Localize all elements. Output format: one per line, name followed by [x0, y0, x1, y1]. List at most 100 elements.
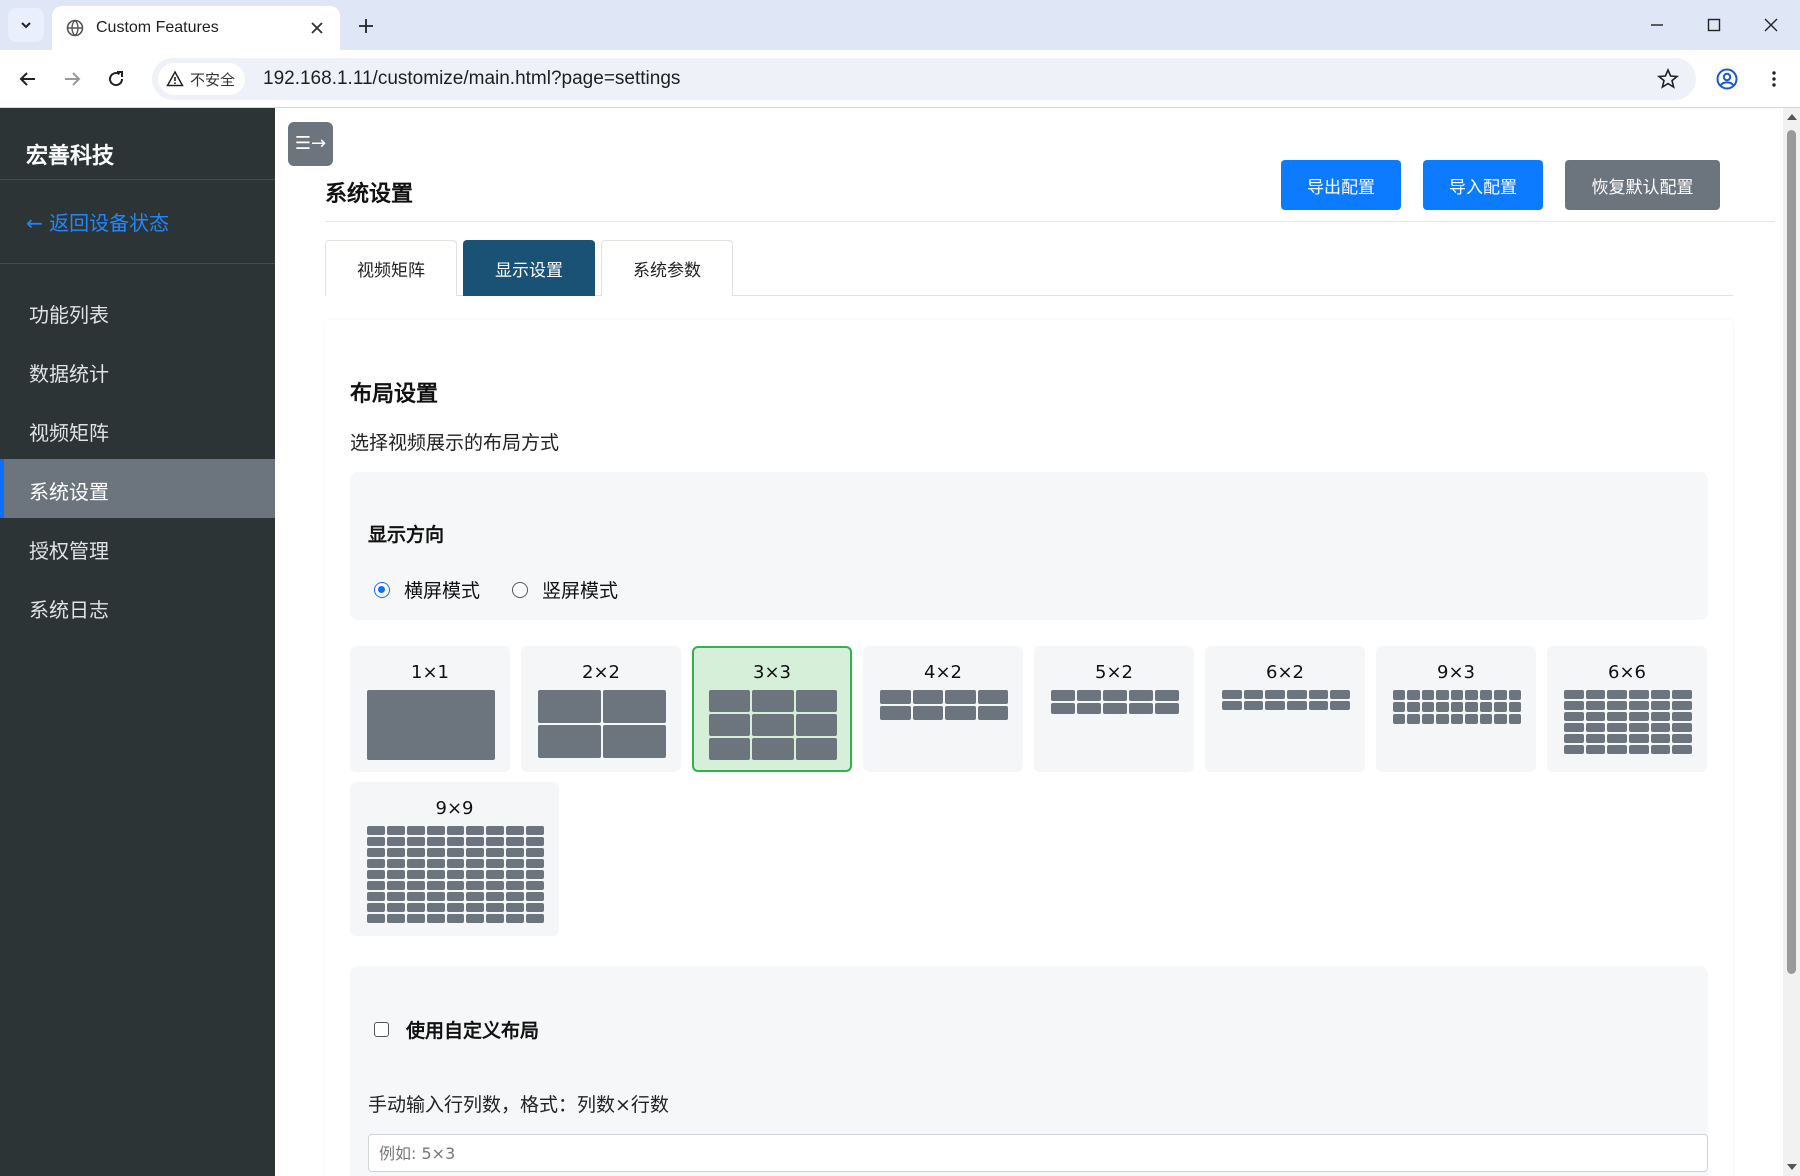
security-chip[interactable]: 不安全 — [158, 63, 246, 95]
layout-preview-cell — [1494, 702, 1507, 712]
import-config-button[interactable]: 导入配置 — [1423, 160, 1543, 210]
layout-preview-cell — [1450, 690, 1464, 700]
new-tab-button[interactable] — [352, 12, 380, 40]
sidebar-item-logs[interactable]: 系统日志 — [0, 577, 275, 636]
layout-preview-cell — [1407, 702, 1420, 712]
reload-button[interactable] — [100, 63, 132, 95]
orientation-options: 横屏模式 竖屏模式 — [374, 576, 618, 603]
layout-preview-grid — [538, 690, 666, 758]
scroll-down-arrow[interactable] — [1787, 1164, 1797, 1170]
layout-preview-cell — [709, 738, 751, 760]
layout-preview-cell — [1243, 690, 1264, 699]
layout-preview-cell — [526, 870, 544, 879]
address-bar[interactable]: 不安全 192.168.1.11/customize/main.html?pag… — [152, 58, 1696, 100]
sidebar-item-system-settings[interactable]: 系统设置 — [0, 459, 275, 518]
page-scrollbar[interactable] — [1783, 108, 1800, 1176]
layout-option-6x6[interactable]: 6×6 — [1547, 646, 1707, 772]
custom-layout-input[interactable] — [368, 1134, 1708, 1172]
layout-preview-cell — [367, 881, 385, 890]
layout-preview-cell — [486, 870, 505, 879]
layout-preview-cell — [406, 870, 425, 879]
layout-preview-cell — [466, 826, 485, 835]
layout-preview-cell — [367, 826, 385, 835]
layout-preview-grid — [880, 690, 1008, 720]
scroll-thumb[interactable] — [1787, 130, 1796, 974]
layout-option-5x2[interactable]: 5×2 — [1034, 646, 1194, 772]
layout-preview-cell — [367, 837, 385, 846]
layout-preview-cell — [367, 892, 385, 901]
layout-preview-cell — [603, 690, 666, 723]
layout-option-2x2[interactable]: 2×2 — [521, 646, 681, 772]
forward-button[interactable] — [56, 63, 88, 95]
layout-preview-cell — [486, 892, 505, 901]
sidebar: 宏善科技 ← 返回设备状态 功能列表 数据统计 视频矩阵 系统设置 授权管理 系… — [0, 108, 275, 1176]
layout-preview-cell — [486, 837, 505, 846]
browser-tab[interactable]: Custom Features — [52, 6, 340, 50]
layout-preview-cell — [426, 848, 445, 857]
close-window-button[interactable] — [1756, 10, 1786, 40]
scroll-up-arrow[interactable] — [1787, 114, 1797, 120]
layout-preview-cell — [446, 892, 465, 901]
custom-layout-checkbox[interactable] — [374, 1022, 389, 1037]
tab-title: Custom Features — [96, 19, 219, 36]
layout-preview-cell — [1330, 690, 1350, 699]
tab-display-settings[interactable]: 显示设置 — [463, 240, 595, 296]
layout-option-6x2[interactable]: 6×2 — [1205, 646, 1365, 772]
layout-option-9x3[interactable]: 9×3 — [1376, 646, 1536, 772]
back-to-device-status-link[interactable]: ← 返回设备状态 — [0, 180, 275, 264]
layout-preview-cell — [1077, 703, 1101, 714]
minimize-button[interactable] — [1642, 10, 1672, 40]
layout-preview-cell — [506, 903, 524, 912]
tab-search-button[interactable] — [8, 8, 44, 42]
back-button[interactable] — [12, 63, 44, 95]
layout-preview-cell — [1585, 712, 1606, 721]
layout-preview-cell — [446, 826, 465, 835]
layout-preview-cell — [1051, 703, 1075, 714]
sidebar-item-video-matrix[interactable]: 视频矩阵 — [0, 400, 275, 459]
profile-button[interactable] — [1711, 63, 1743, 95]
portrait-label[interactable]: 竖屏模式 — [542, 576, 618, 603]
layout-preview-cell — [1129, 690, 1153, 701]
portrait-radio[interactable] — [512, 581, 529, 598]
star-icon[interactable] — [1656, 67, 1680, 91]
export-config-button[interactable]: 导出配置 — [1281, 160, 1401, 210]
layout-preview-cell — [1308, 701, 1329, 710]
layout-preview-cell — [752, 714, 794, 736]
layout-preview-cell — [795, 738, 837, 760]
settings-card: 系统设置 导出配置 导入配置 恢复默认配置 视频矩阵 显示设置 系统参数 布局设… — [325, 134, 1775, 1176]
maximize-button[interactable] — [1699, 10, 1729, 40]
layout-option-label: 6×2 — [1266, 662, 1304, 683]
layout-preview-cell — [506, 892, 524, 901]
tab-system-params[interactable]: 系统参数 — [601, 240, 733, 296]
layout-preview-cell — [526, 848, 544, 857]
layout-option-1x1[interactable]: 1×1 — [350, 646, 510, 772]
layout-preview-cell — [426, 837, 445, 846]
layout-preview-cell — [1607, 723, 1627, 732]
menu-button[interactable] — [1758, 63, 1790, 95]
sidebar-item-license[interactable]: 授权管理 — [0, 518, 275, 577]
landscape-radio[interactable] — [374, 581, 390, 598]
layout-preview-cell — [1051, 690, 1075, 701]
layout-option-3x3[interactable]: 3×3 — [692, 646, 852, 772]
layout-preview-cell — [1479, 702, 1493, 712]
layout-option-9x9[interactable]: 9×9 — [350, 782, 559, 936]
page-header: 系统设置 导出配置 导入配置 恢复默认配置 — [325, 134, 1775, 222]
layout-option-4x2[interactable]: 4×2 — [863, 646, 1023, 772]
main-content: ☰→ 系统设置 导出配置 导入配置 恢复默认配置 视频矩阵 显示设置 系统参数 … — [275, 108, 1783, 1176]
sidebar-item-features[interactable]: 功能列表 — [0, 282, 275, 341]
layout-preview-cell — [1243, 701, 1264, 710]
sidebar-item-statistics[interactable]: 数据统计 — [0, 341, 275, 400]
layout-preview-cell — [1585, 734, 1606, 743]
layout-preview-cell — [526, 881, 544, 890]
close-icon[interactable] — [308, 19, 326, 37]
layout-preview-cell — [1585, 723, 1606, 732]
landscape-label[interactable]: 横屏模式 — [404, 576, 480, 603]
layout-preview-cell — [506, 848, 524, 857]
layout-preview-cell — [526, 837, 544, 846]
layout-preview-cell — [446, 837, 465, 846]
custom-layout-box: 使用自定义布局 手动输入行列数，格式：列数×行数 — [350, 966, 1708, 1176]
tab-video-matrix[interactable]: 视频矩阵 — [325, 240, 457, 296]
restore-default-button[interactable]: 恢复默认配置 — [1565, 160, 1720, 210]
layout-preview-cell — [1508, 690, 1521, 700]
custom-layout-label[interactable]: 使用自定义布局 — [406, 1016, 539, 1043]
